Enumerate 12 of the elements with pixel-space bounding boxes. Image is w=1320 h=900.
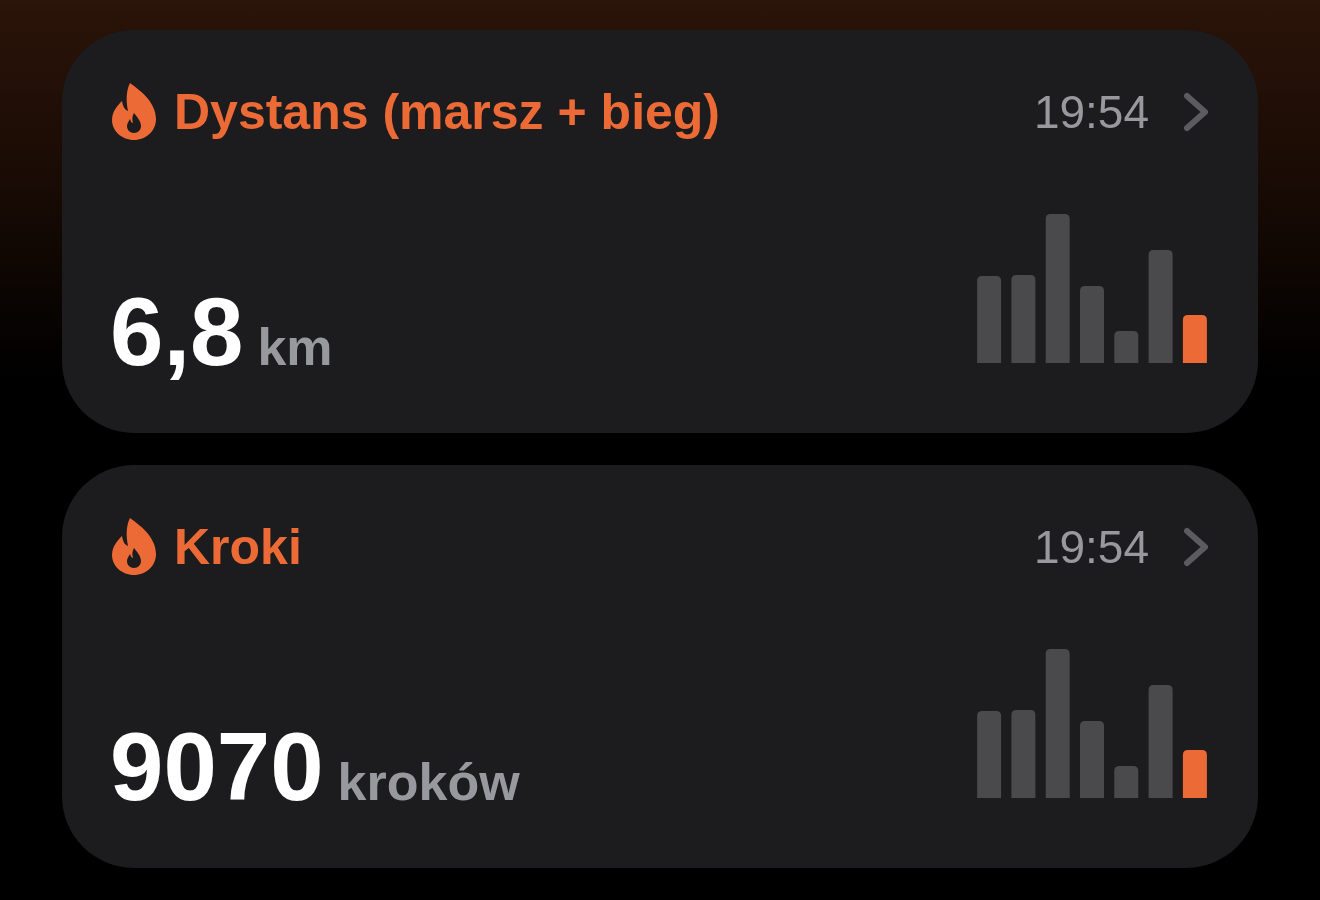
metric-unit: kroków	[337, 756, 520, 808]
card-time: 19:54	[1033, 523, 1149, 570]
metric-value: 9070	[110, 719, 324, 815]
card-time: 19:54	[1033, 88, 1149, 135]
flame-icon	[110, 83, 158, 140]
metric-value: 6,8	[110, 284, 244, 380]
chevron-right-icon	[1183, 91, 1210, 132]
card-title: Kroki	[174, 521, 302, 572]
flame-icon	[110, 518, 158, 575]
metric-unit: km	[257, 321, 333, 373]
card-title: Dystans (marsz + bieg)	[174, 86, 721, 137]
chevron-right-icon	[1183, 526, 1210, 567]
